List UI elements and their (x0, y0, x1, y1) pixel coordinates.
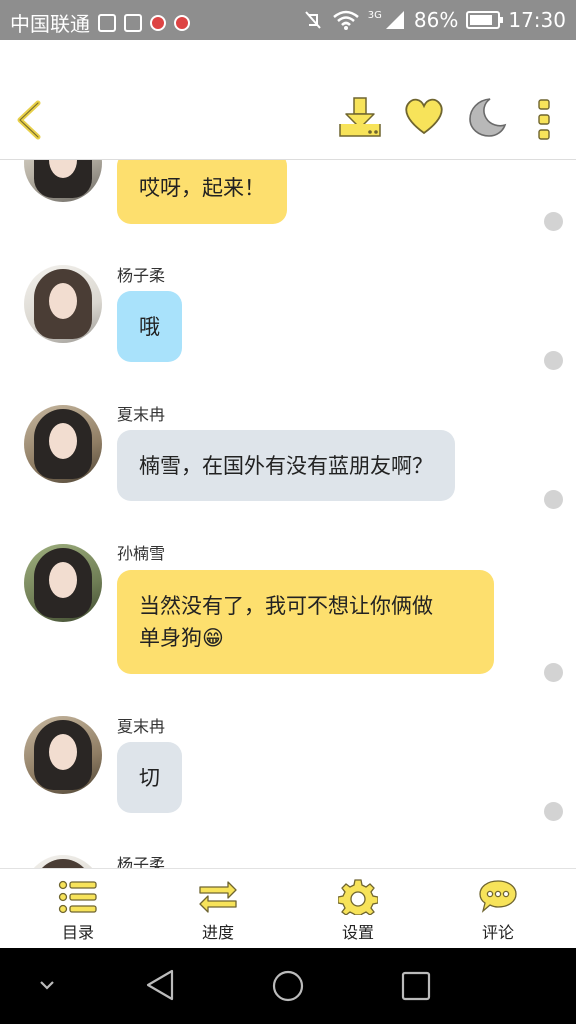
message-bubble[interactable]: 当然没有了，我可不想让你俩做 单身狗😁 (117, 570, 494, 674)
moon-icon[interactable] (466, 96, 508, 138)
avatar[interactable] (24, 716, 102, 794)
signal-icon (385, 11, 404, 29)
collapse-icon[interactable] (38, 978, 56, 992)
message-status-dot[interactable] (544, 351, 563, 370)
avatar[interactable] (24, 265, 102, 343)
app-notification-icon (150, 14, 166, 31)
battery-percentage: 86% (413, 8, 459, 32)
list-icon (58, 880, 97, 914)
sender-name: 杨子柔 (117, 855, 166, 868)
message-bubble[interactable]: 楠雪，在国外有没有蓝朋友啊？ (117, 430, 455, 501)
status-left: 中国联通 (10, 8, 190, 37)
sender-name: 夏末冉 (117, 405, 166, 424)
mute-icon (305, 11, 321, 29)
more-vertical-icon[interactable] (536, 98, 552, 140)
message-text-line: 单身狗😁 (139, 626, 224, 650)
message-status-dot[interactable] (544, 490, 563, 509)
chat-story-view[interactable]: 哎呀，起来！ 杨子柔 哦 夏末冉 楠雪，在国外有没有蓝朋友啊？ 孙楠雪 当然没有… (0, 160, 576, 868)
message-status-dot[interactable] (544, 802, 563, 821)
tab-label: 设置 (341, 923, 374, 942)
gear-icon (338, 879, 378, 915)
recents-square-icon[interactable] (400, 970, 432, 1002)
clock: 17:30 (508, 8, 566, 32)
carrier-name: 中国联通 (10, 12, 90, 36)
avatar[interactable] (24, 160, 102, 202)
tab-settings[interactable]: 设置 (308, 869, 408, 949)
tab-label: 评论 (481, 923, 514, 942)
avatar[interactable] (24, 544, 102, 622)
system-navigation-bar (0, 948, 576, 1024)
message-status-dot[interactable] (544, 663, 563, 682)
sender-name: 夏末冉 (117, 717, 166, 736)
tab-comments[interactable]: 评论 (448, 869, 548, 949)
wifi-icon (332, 10, 359, 30)
sender-name: 杨子柔 (117, 266, 166, 285)
message-status-dot[interactable] (544, 212, 563, 231)
sender-name: 孙楠雪 (117, 544, 166, 563)
network-type: 3G (367, 9, 382, 21)
avatar[interactable] (24, 405, 102, 483)
comment-icon (479, 880, 517, 913)
swap-arrows-icon (199, 881, 237, 913)
notification-icon (98, 13, 116, 32)
home-circle-icon[interactable] (270, 968, 306, 1004)
bottom-menu: 目录 进度 设置 评论 (0, 868, 576, 948)
status-bar: 中国联通 3G 86% 17:30 (0, 0, 576, 40)
back-triangle-icon[interactable] (144, 968, 176, 1002)
chevron-left-icon[interactable] (14, 100, 44, 140)
status-right: 3G 86% 17:30 (302, 8, 566, 32)
download-icon[interactable] (336, 96, 384, 140)
heart-icon[interactable] (402, 96, 446, 136)
message-text: 楠雪，在国外有没有蓝朋友啊？ (139, 453, 433, 478)
message-bubble[interactable]: 哎呀，起来！ (117, 160, 287, 224)
reader-toolbar (0, 40, 576, 160)
battery-level-fill (470, 15, 493, 25)
message-text: 切 (139, 765, 160, 790)
app-notification-icon (174, 14, 190, 31)
battery-icon (466, 11, 504, 29)
message-text: 哦 (139, 314, 160, 339)
message-bubble[interactable]: 切 (117, 742, 182, 813)
avatar[interactable] (24, 855, 102, 868)
message-text: 哎呀，起来！ (139, 176, 265, 200)
message-bubble[interactable]: 哦 (117, 291, 182, 362)
message-text-line: 当然没有了，我可不想让你俩做 (139, 594, 433, 618)
tab-contents[interactable]: 目录 (28, 869, 128, 949)
tab-label: 进度 (201, 923, 234, 942)
tab-progress[interactable]: 进度 (168, 869, 268, 949)
tab-label: 目录 (61, 923, 94, 942)
image-notification-icon (124, 13, 142, 32)
